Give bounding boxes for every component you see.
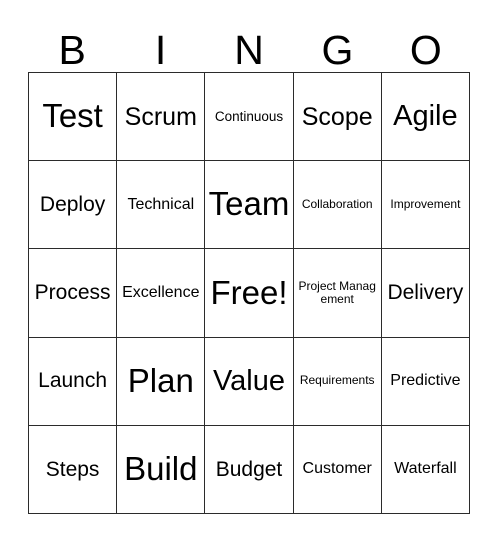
bingo-cell-label: Steps [45, 457, 100, 481]
bingo-cell[interactable]: Deploy [29, 161, 118, 250]
bingo-cell[interactable]: Technical [117, 161, 206, 250]
bingo-cell-label: Process [34, 281, 111, 305]
bingo-cell-label: Value [212, 364, 285, 397]
bingo-cell-label: Launch [38, 369, 108, 393]
bingo-cell-label: Waterfall [394, 460, 457, 478]
bingo-cell[interactable]: Value [205, 337, 294, 426]
bingo-cell-label: Budget [215, 457, 283, 481]
bingo-grid: Test Scrum Continuous Scope Agile Deploy Techn… [28, 72, 470, 514]
bingo-header-letter-i: I [154, 27, 167, 73]
bingo-cell-label: Customer [302, 460, 372, 478]
bingo-cell-label: Improvement [390, 197, 461, 212]
bingo-header-letter-n: N [234, 27, 264, 73]
bingo-cell-label: Delivery [387, 281, 464, 305]
bingo-cell-label: Project Management [298, 278, 376, 306]
bingo-cell[interactable]: Requirements [293, 337, 382, 426]
bingo-cell-label: Plan [127, 361, 194, 399]
bingo-header-letter-b: B [58, 27, 86, 73]
bingo-cell[interactable]: Predictive [381, 337, 470, 426]
bingo-cell[interactable]: Team [205, 161, 294, 250]
bingo-cell-label: Agile [393, 100, 458, 133]
bingo-cell-label: Team [208, 185, 290, 223]
bingo-header-letter-g: G [321, 27, 354, 73]
bingo-cell[interactable]: Process [29, 249, 118, 338]
bingo-cell-label: Scrum [124, 102, 197, 131]
bingo-cell[interactable]: Improvement [381, 161, 470, 250]
bingo-header-row: BINGO [28, 16, 470, 72]
bingo-cell[interactable]: Customer [293, 425, 382, 514]
bingo-cell-label: Build [124, 449, 198, 487]
bingo-cell-label: Continuous [214, 109, 284, 125]
bingo-cell[interactable]: Build [117, 425, 206, 514]
bingo-card: B I N G O Test Scrum Continuous Scope Agile Deplo… [0, 0, 500, 544]
bingo-cell[interactable]: Continuous [205, 73, 294, 162]
bingo-cell-label: Deploy [39, 193, 106, 217]
bingo-cell[interactable]: Test [29, 73, 118, 162]
bingo-free-space[interactable]: Free! [205, 249, 294, 338]
bingo-cell-label: Excellence [122, 284, 200, 302]
bingo-cell[interactable]: Launch [29, 337, 118, 426]
bingo-cell-label: Test [42, 97, 103, 135]
bingo-cell[interactable]: Excellence [117, 249, 206, 338]
bingo-cell[interactable]: Delivery [381, 249, 470, 338]
bingo-cell-label: Collaboration [301, 197, 373, 212]
bingo-cell[interactable]: Project Management [293, 249, 382, 338]
bingo-cell[interactable]: Collaboration [293, 161, 382, 250]
bingo-cell-label: Predictive [390, 372, 461, 390]
bingo-cell-label: Free! [210, 273, 288, 311]
bingo-header-letter-o: O [409, 27, 442, 73]
bingo-cell[interactable]: Scope [293, 73, 382, 162]
bingo-cell-label: Technical [127, 195, 195, 213]
bingo-cell[interactable]: Steps [29, 425, 118, 514]
bingo-cell[interactable]: Waterfall [381, 425, 470, 514]
bingo-cell-label: Requirements [299, 373, 375, 388]
bingo-cell-label: Scope [301, 102, 373, 131]
bingo-cell[interactable]: Scrum [117, 73, 206, 162]
bingo-cell[interactable]: Agile [381, 73, 470, 162]
bingo-cell[interactable]: Budget [205, 425, 294, 514]
bingo-cell[interactable]: Plan [117, 337, 206, 426]
